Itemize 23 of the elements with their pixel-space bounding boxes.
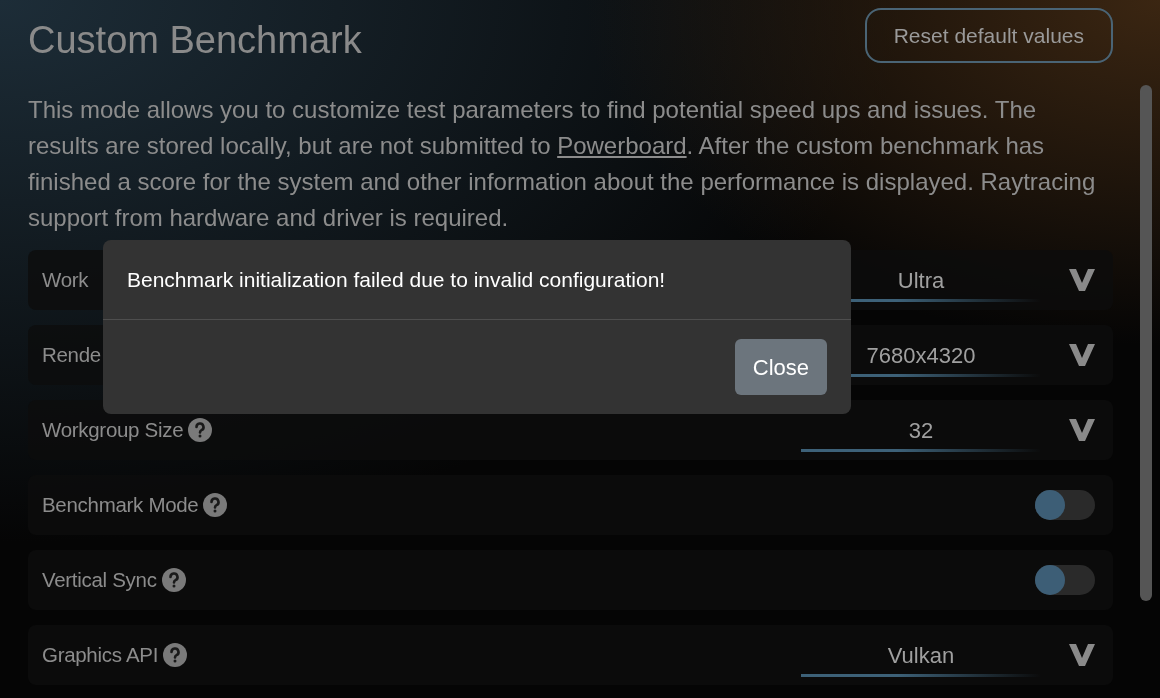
reset-button[interactable]: Reset default values [864,8,1113,63]
chevron-down-icon[interactable] [1069,419,1095,441]
scrollbar[interactable] [1140,85,1152,601]
setting-label: Work [42,266,89,293]
help-icon[interactable] [187,417,214,443]
description-text: This mode allows you to customize test parameters to find potential speed ups and issues. The results are stored locally, but are not submitted to Powerboard. After the custom benchmark has finished a score for the system and other information about the performance is displayed. Raytracing support from hardware and driver is required. [28,95,1097,233]
setting-label: Workgroup Size [42,416,184,443]
help-icon[interactable] [162,642,189,668]
help-icon[interactable] [160,567,187,593]
chevron-down-icon[interactable] [1069,644,1095,666]
setting-label: Benchmark Mode [42,491,199,518]
toggle-switch[interactable] [1035,490,1095,520]
powerboard-link[interactable]: Powerboard [557,132,687,159]
page-title: Custom Benchmark [28,18,362,63]
setting-label: Rende [42,341,101,368]
close-button[interactable]: Close [734,339,827,395]
chevron-down-icon[interactable] [1069,269,1095,291]
error-message: Benchmark initialization failed due to invalid configuration! [127,266,666,293]
setting-label: Vertical Sync [42,566,157,593]
toggle-switch[interactable] [1035,565,1095,595]
help-icon[interactable] [202,492,229,518]
chevron-down-icon[interactable] [1069,344,1095,366]
setting-label: Graphics API [42,641,159,668]
